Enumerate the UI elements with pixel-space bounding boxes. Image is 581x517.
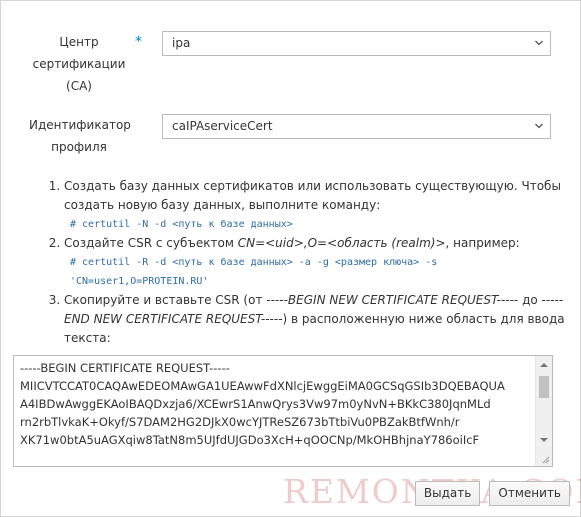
- step2-prefix: Создайте CSR с субъектом: [64, 236, 238, 250]
- ca-select-value: ipa: [172, 36, 191, 50]
- scroll-thumb[interactable]: [539, 376, 549, 398]
- step1-code: # certutil -N -d <путь к базе данных>: [70, 219, 293, 230]
- csr-line: rn2rbTlvkaK+Okyf/S7DAM2HG2DJkX0wcYJTReSZ…: [20, 415, 460, 429]
- chevron-down-icon: [535, 123, 543, 129]
- step3-prefix: Скопируйте и вставьте CSR (от: [64, 293, 267, 307]
- profile-select[interactable]: caIPAserviceCert: [162, 114, 551, 139]
- profile-label: Идентификатор профиля: [1, 114, 131, 158]
- chevron-down-icon: [535, 40, 543, 46]
- profile-row: Идентификатор профиля caIPAserviceCert: [1, 114, 581, 158]
- csr-line: MIICVTCCAT0CAQAwEDEOMAwGA1UEAwwFdXNlcjEw…: [20, 379, 505, 393]
- dialog-buttons: Выдать Отменить: [411, 481, 570, 506]
- issue-button[interactable]: Выдать: [414, 481, 481, 506]
- step1-text: Создать базу данных сертификатов или исп…: [64, 179, 561, 212]
- csr-line: XK71w0btA5uAGXqiw8TatN8m5UJfdUJGDo3XcH+q…: [20, 433, 480, 447]
- instruction-step-2: Создайте CSR с субъектом CN=<uid>,O=<обл…: [64, 234, 567, 291]
- scroll-up-icon[interactable]: [539, 361, 549, 369]
- certificate-request-dialog: Центр сертификации (CA) * ipa Идентифика…: [0, 0, 581, 517]
- scroll-down-icon[interactable]: [539, 436, 549, 444]
- csr-textarea-content: -----BEGIN CERTIFICATE REQUEST----- MIIC…: [20, 359, 530, 449]
- csr-scrollbar[interactable]: [535, 356, 552, 466]
- instruction-step-1: Создать базу данных сертификатов или исп…: [64, 177, 567, 234]
- ca-select[interactable]: ipa: [162, 31, 551, 56]
- csr-line: A4IBDwAwggEKAoIBAQDxzja6/XCEwrS1AnwQrys3…: [20, 397, 491, 411]
- profile-label-text: Идентификатор профиля: [29, 118, 131, 154]
- ca-label-text: Центр сертификации (CA): [32, 35, 126, 93]
- ca-row: Центр сертификации (CA) * ipa: [1, 31, 581, 93]
- csr-instructions: Создать базу данных сертификатов или исп…: [47, 177, 567, 348]
- step2-subject: CN=<uid>,O=<область (realm)>: [237, 236, 446, 250]
- step2-code-line-2: 'CN=user1,O=PROTEIN.RU': [70, 276, 209, 287]
- cancel-button[interactable]: Отменить: [489, 481, 570, 506]
- profile-select-value: caIPAserviceCert: [172, 119, 273, 133]
- csr-textarea[interactable]: -----BEGIN CERTIFICATE REQUEST----- MIIC…: [13, 355, 553, 467]
- step3-mid: до: [518, 293, 542, 307]
- required-marker: *: [135, 34, 142, 50]
- csr-line: -----BEGIN CERTIFICATE REQUEST-----: [20, 361, 230, 375]
- resize-grip-icon[interactable]: [540, 454, 550, 464]
- step2-suffix: , например:: [445, 236, 520, 250]
- instruction-step-3: Скопируйте и вставьте CSR (от -----BEGIN…: [64, 291, 567, 348]
- ca-label: Центр сертификации (CA): [1, 31, 129, 97]
- step2-code-line-1: # certutil -R -d <путь к базе данных> -a…: [70, 257, 438, 268]
- step3-begin-marker: -----BEGIN NEW CERTIFICATE REQUEST-----: [266, 293, 519, 307]
